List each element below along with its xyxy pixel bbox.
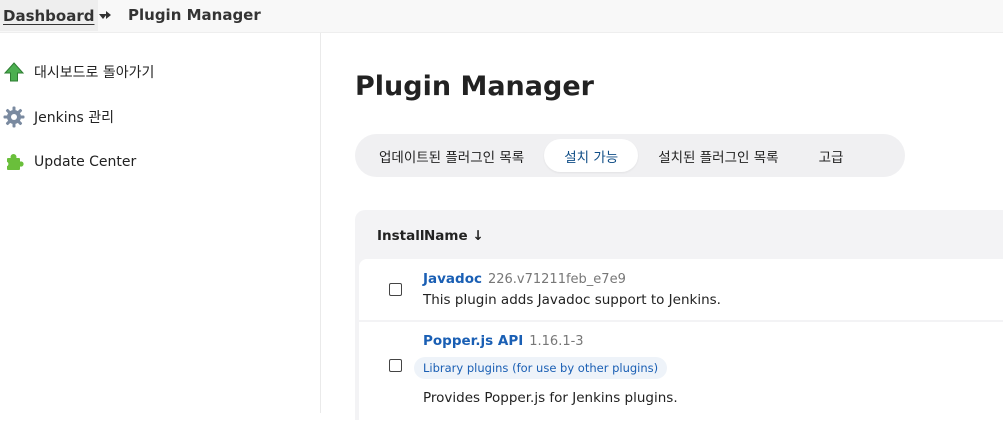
plugin-table: Install Name ↓ Javadoc 226.v71211feb_e7e9… bbox=[355, 210, 1003, 422]
category-tag[interactable]: Library plugins (for use by other plugin… bbox=[414, 357, 668, 379]
breadcrumb-current: Plugin Manager bbox=[128, 6, 261, 24]
plugin-name[interactable]: Popper.js API bbox=[423, 333, 523, 349]
breadcrumb-dashboard[interactable]: Dashboard bbox=[0, 0, 108, 31]
sidebar-item-label[interactable]: Jenkins 관리 bbox=[34, 107, 114, 127]
breadcrumb-dashboard-label[interactable]: Dashboard bbox=[3, 7, 94, 25]
puzzle-icon bbox=[3, 151, 25, 173]
column-header-name[interactable]: Name ↓ bbox=[424, 228, 484, 244]
main-content: Plugin Manager 업데이트된 플러그인 목록 설치 가능 설치된 플… bbox=[322, 33, 1003, 422]
plugin-name[interactable]: Javadoc bbox=[423, 271, 482, 287]
sidebar-item-update-center[interactable]: Update Center bbox=[3, 150, 136, 174]
table-row: Popper.js API 1.16.1-3 Library plugins (f… bbox=[359, 322, 1003, 422]
page-title: Plugin Manager bbox=[355, 71, 594, 102]
gear-icon bbox=[3, 106, 25, 128]
plugin-name-link[interactable]: Popper.js API 1.16.1-3 bbox=[423, 333, 584, 349]
plugin-description: This plugin adds Javadoc support to Jenk… bbox=[423, 292, 721, 308]
sidebar-item-label[interactable]: 대시보드로 돌아가기 bbox=[34, 62, 154, 82]
plugin-description: Provides Popper.js for Jenkins plugins. bbox=[423, 390, 678, 406]
plugin-version: 1.16.1-3 bbox=[529, 334, 584, 349]
plugin-name-link[interactable]: Javadoc 226.v71211feb_e7e9 bbox=[423, 271, 626, 287]
tab-updates[interactable]: 업데이트된 플러그인 목록 bbox=[359, 139, 544, 172]
tab-available[interactable]: 설치 가능 bbox=[544, 139, 639, 172]
sidebar-item-label[interactable]: Update Center bbox=[34, 154, 136, 170]
plugin-version: 226.v71211feb_e7e9 bbox=[487, 272, 626, 287]
arrow-up-icon bbox=[3, 61, 25, 83]
install-checkbox[interactable] bbox=[389, 359, 402, 372]
sidebar-item-manage-jenkins[interactable]: Jenkins 관리 bbox=[3, 105, 114, 129]
breadcrumb-bar: Dashboard Plugin Manager bbox=[0, 0, 1003, 33]
tab-installed[interactable]: 설치된 플러그인 목록 bbox=[638, 139, 798, 172]
column-header-install: Install bbox=[377, 228, 425, 244]
tab-advanced[interactable]: 고급 bbox=[799, 139, 864, 172]
chevron-right-icon bbox=[106, 11, 111, 19]
install-checkbox[interactable] bbox=[389, 283, 402, 296]
table-row: Javadoc 226.v71211feb_e7e9 This plugin ad… bbox=[359, 259, 1003, 320]
plugin-tabs: 업데이트된 플러그인 목록 설치 가능 설치된 플러그인 목록 고급 bbox=[355, 134, 905, 177]
sidebar: 대시보드로 돌아가기 Jenkins 관리 Update Center bbox=[0, 33, 321, 413]
sidebar-item-back-to-dashboard[interactable]: 대시보드로 돌아가기 bbox=[3, 60, 154, 84]
